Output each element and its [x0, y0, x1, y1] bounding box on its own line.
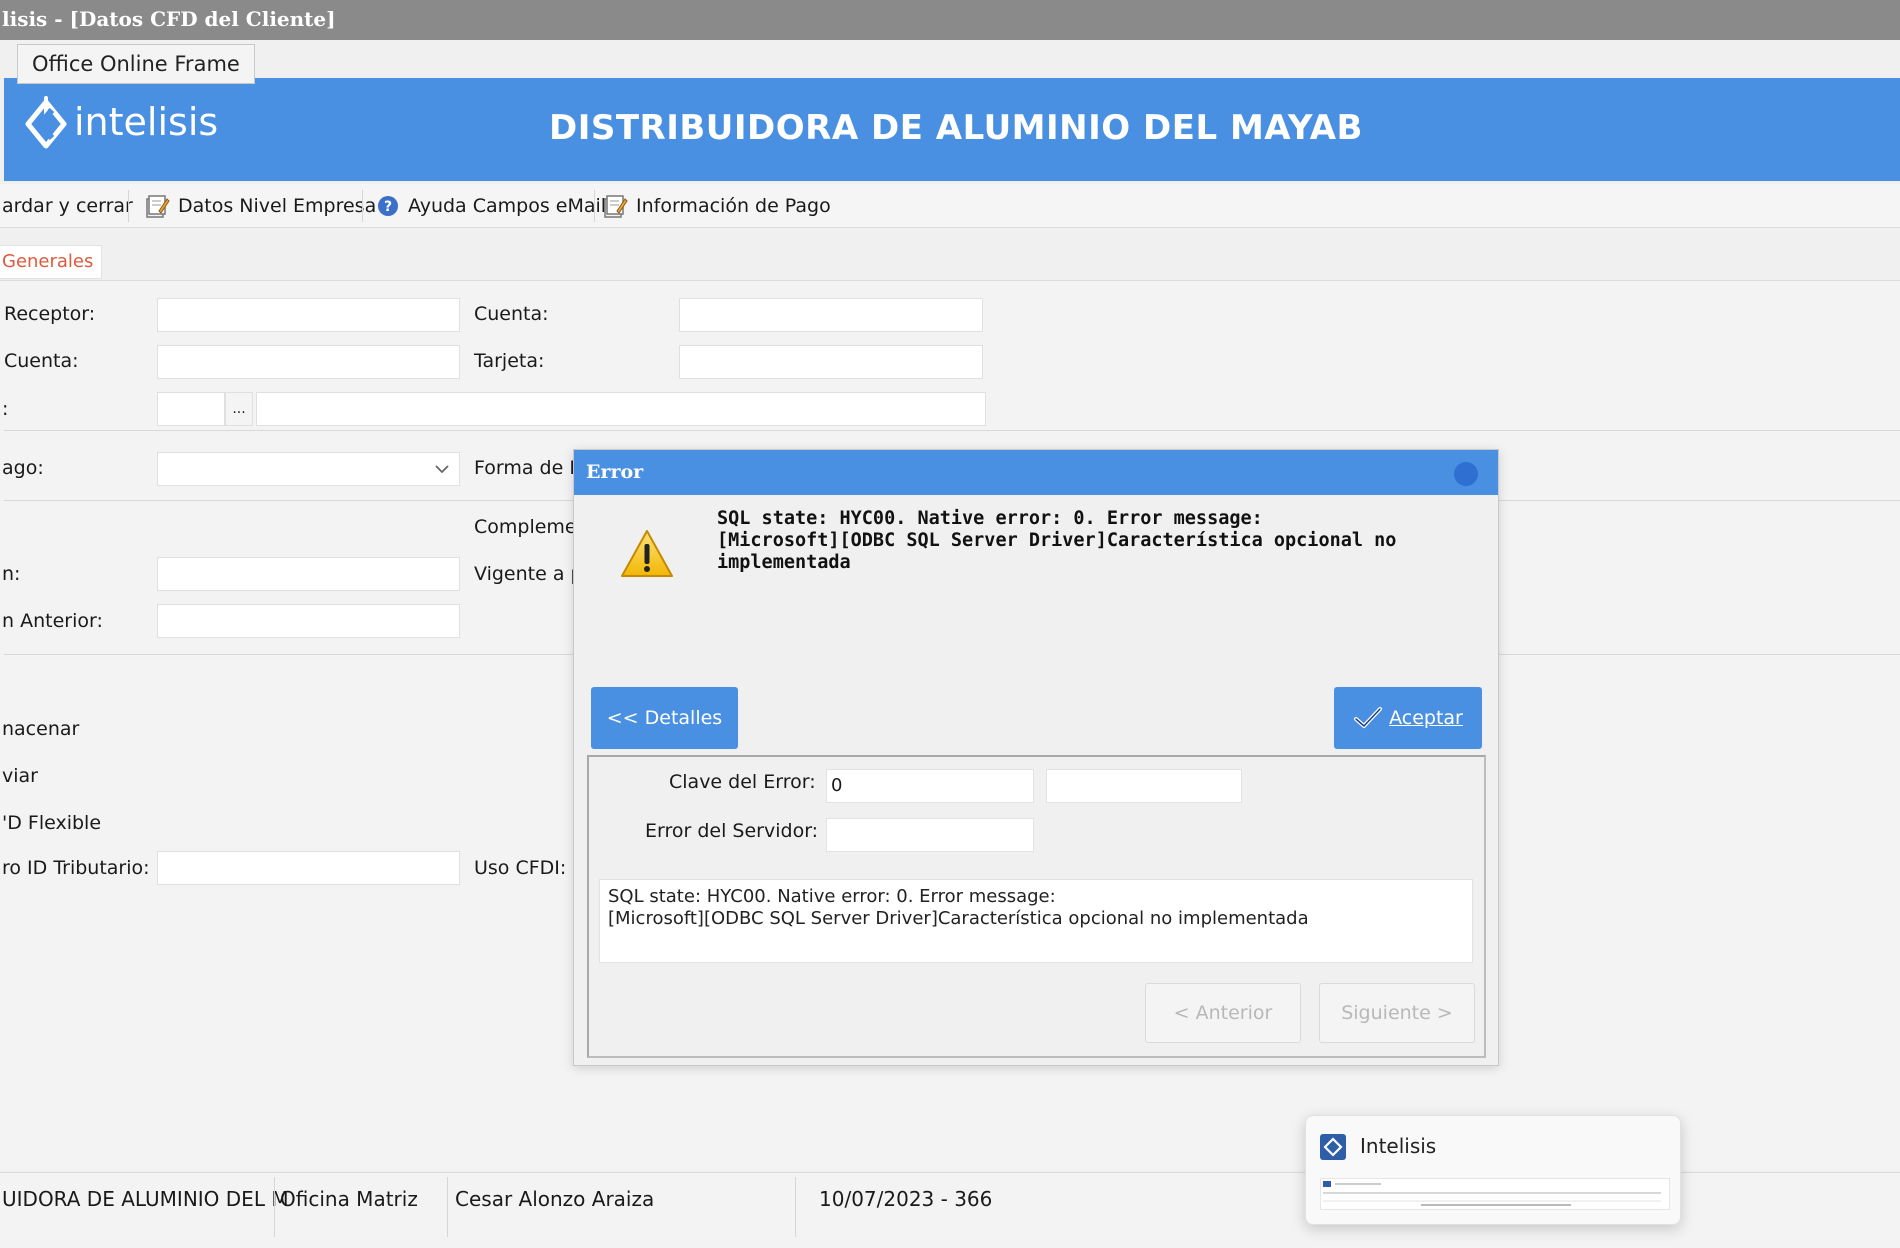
error-servidor-input[interactable]: [826, 818, 1034, 852]
tarjeta-input[interactable]: [679, 345, 983, 379]
checkmark-icon: [1354, 707, 1383, 728]
accept-button-label: Aceptar: [1389, 707, 1463, 729]
dialog-title-bar: Error: [574, 450, 1498, 495]
cfd-flexible-label: 'D Flexible: [2, 812, 102, 834]
siguiente-button[interactable]: Siguiente >: [1319, 983, 1475, 1043]
error-message: SQL state: HYC00. Native error: 0. Error…: [717, 508, 1457, 574]
n-anterior-input[interactable]: [157, 604, 460, 638]
anterior-button[interactable]: < Anterior: [1145, 983, 1301, 1043]
error-message-line: [Microsoft][ODBC SQL Server Driver]Carac…: [717, 530, 1397, 551]
ellipsis-button[interactable]: ...: [225, 392, 253, 426]
ayuda-campos-email-label: Ayuda Campos eMail: [408, 195, 607, 217]
svg-text:?: ?: [384, 199, 392, 215]
ayuda-campos-email-button[interactable]: ? Ayuda Campos eMail: [376, 184, 606, 228]
accept-button[interactable]: Aceptar: [1334, 687, 1482, 749]
save-close-label: ardar y cerrar: [2, 195, 133, 217]
details-panel: Clave del Error: 0 Error del Servidor: S…: [587, 755, 1486, 1058]
description-input: [256, 392, 986, 426]
toolbar: ardar y cerrar Datos Nivel Empresa ? Ayu…: [0, 184, 1900, 228]
intelisis-logo-icon: [25, 96, 67, 149]
error-detail-text: SQL state: HYC00. Native error: 0. Error…: [599, 879, 1473, 963]
document-edit-icon: [604, 195, 628, 218]
status-user: Cesar Alonzo Araiza: [455, 1187, 655, 1211]
preview-title: Intelisis: [1360, 1134, 1437, 1158]
preview-thumbnail: [1320, 1178, 1670, 1210]
help-icon: ?: [378, 196, 398, 216]
error-message-line: SQL state: HYC00. Native error: 0. Error…: [717, 508, 1263, 529]
chevron-down-icon: [435, 465, 449, 474]
save-close-button[interactable]: ardar y cerrar: [2, 184, 133, 228]
details-button[interactable]: << Detalles: [591, 687, 738, 749]
title-bar: lisis - [Datos CFD del Cliente]: [0, 0, 1900, 40]
informacion-pago-label: Información de Pago: [636, 195, 831, 217]
error-message-line: implementada: [717, 552, 851, 573]
dialog-title: Error: [586, 461, 644, 483]
n-anterior-label: n Anterior:: [2, 610, 103, 632]
status-date: 10/07/2023 - 366: [819, 1187, 993, 1211]
cuenta-right-input[interactable]: [679, 298, 983, 332]
cuenta-left-label: Cuenta:: [4, 350, 79, 372]
detail-line: SQL state: HYC00. Native error: 0. Error…: [608, 886, 1056, 907]
complemento-label: Complemen: [474, 516, 589, 538]
tarjeta-label: Tarjeta:: [474, 350, 545, 372]
receptor-label: Receptor:: [4, 303, 96, 325]
tab-generales[interactable]: Generales: [0, 245, 103, 279]
receptor-input[interactable]: [157, 298, 460, 332]
taskbar-preview[interactable]: Intelisis: [1305, 1115, 1681, 1225]
details-button-label: << Detalles: [606, 707, 723, 729]
cuenta-right-label: Cuenta:: [474, 303, 549, 325]
status-company: UIDORA DE ALUMINIO DEL M: [2, 1187, 289, 1211]
clave-error-input[interactable]: 0: [826, 769, 1034, 803]
clave-error-extra-input[interactable]: [1046, 769, 1242, 803]
status-office: Oficina Matriz: [280, 1187, 418, 1211]
id-tributario-label: ro ID Tributario:: [2, 857, 150, 879]
datos-nivel-empresa-button[interactable]: Datos Nivel Empresa: [144, 184, 376, 228]
id-tributario-input[interactable]: [157, 851, 460, 885]
almacenar-label: nacenar: [2, 718, 80, 740]
logo-text: intelisis: [74, 100, 219, 144]
window-title: lisis - [Datos CFD del Cliente]: [2, 7, 336, 31]
informacion-pago-button[interactable]: Información de Pago: [602, 184, 831, 228]
datos-nivel-empresa-label: Datos Nivel Empresa: [178, 195, 377, 217]
company-name: DISTRIBUIDORA DE ALUMINIO DEL MAYAB: [549, 108, 1363, 148]
n-input[interactable]: [157, 557, 460, 591]
cuenta-input[interactable]: [157, 345, 460, 379]
code-input[interactable]: [157, 392, 225, 426]
colon-label: :: [2, 398, 9, 420]
error-dialog: Error SQL state: HYC00. Native error: 0.…: [573, 449, 1499, 1066]
pago-select[interactable]: [157, 452, 460, 486]
close-icon[interactable]: [1454, 462, 1478, 486]
clave-error-label: Clave del Error:: [669, 771, 816, 793]
warning-icon: [621, 530, 673, 577]
document-edit-icon: [146, 195, 170, 218]
tooltip: Office Online Frame: [17, 44, 255, 84]
enviar-label: viar: [2, 765, 38, 787]
app-header: intelisis DISTRIBUIDORA DE ALUMINIO DEL …: [4, 78, 1900, 181]
detail-line: [Microsoft][ODBC SQL Server Driver]Carac…: [608, 908, 1309, 929]
error-servidor-label: Error del Servidor:: [645, 820, 819, 842]
n-label: n:: [2, 563, 21, 585]
pago-label: ago:: [2, 457, 44, 479]
uso-cfdi-label: Uso CFDI:: [474, 857, 567, 879]
intelisis-app-icon: [1320, 1134, 1346, 1160]
divider: [4, 430, 1900, 431]
